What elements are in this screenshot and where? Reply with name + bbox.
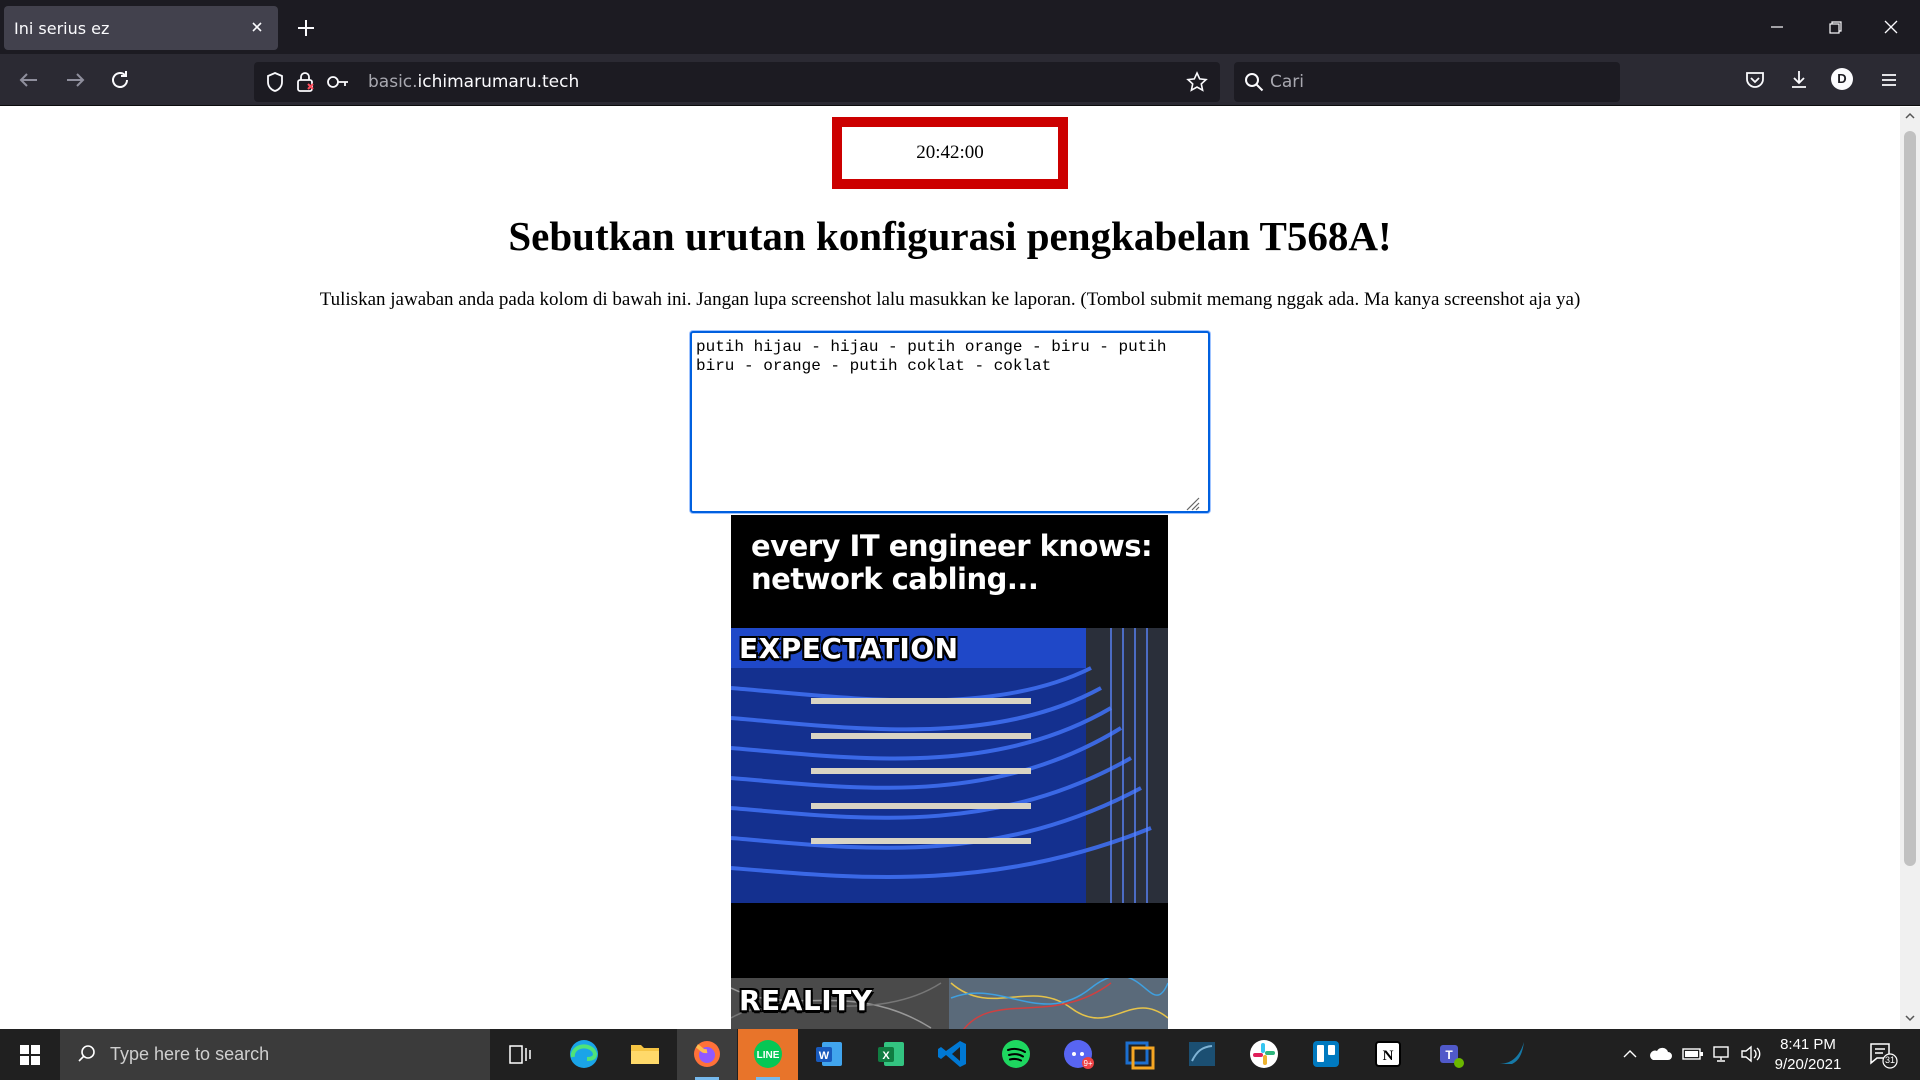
notion-icon[interactable]: N (1358, 1029, 1418, 1080)
firefox-icon[interactable] (677, 1029, 737, 1080)
chevron-up-icon[interactable] (1622, 1047, 1638, 1061)
windows-taskbar: Type here to search LINE W X 9+ N T 8:41… (0, 1029, 1920, 1080)
svg-text:X: X (882, 1050, 890, 1062)
lock-icon[interactable] (294, 70, 316, 94)
virtualbox-icon[interactable] (1110, 1029, 1170, 1080)
meme-caption-line1: every IT engineer knows: (751, 529, 1153, 563)
volume-icon[interactable] (1740, 1045, 1762, 1063)
tab-title: Ini serius ez (14, 19, 110, 38)
search-bar[interactable]: Cari (1234, 62, 1620, 102)
word-icon[interactable]: W (800, 1029, 860, 1080)
taskbar-search-placeholder: Type here to search (110, 1044, 270, 1064)
scroll-down-icon[interactable] (1905, 1013, 1915, 1023)
wireshark-icon[interactable] (1482, 1029, 1542, 1080)
search-icon (78, 1045, 95, 1062)
teams-icon[interactable]: T (1420, 1029, 1480, 1080)
menu-hamburger-icon[interactable] (1878, 69, 1900, 91)
system-time: 8:41 PM (1780, 1036, 1836, 1053)
search-icon (1245, 73, 1264, 92)
svg-text:W: W (819, 1050, 830, 1062)
edge-icon[interactable] (554, 1029, 614, 1080)
question-heading: Sebutkan urutan konfigurasi pengkabelan … (508, 213, 1392, 259)
vscode-icon[interactable] (924, 1029, 984, 1080)
reality-photo: REALITY (731, 978, 1168, 1029)
battery-icon[interactable] (1682, 1046, 1704, 1062)
forward-arrow-icon[interactable] (62, 67, 88, 93)
web-page: 20:42:00 Sebutkan urutan konfigurasi pen… (0, 107, 1900, 1029)
spotify-icon[interactable] (986, 1029, 1046, 1080)
windows-start-icon[interactable] (0, 1029, 60, 1080)
bookmark-star-icon[interactable] (1186, 71, 1208, 93)
slack-icon[interactable] (1234, 1029, 1294, 1080)
reload-icon[interactable] (107, 67, 133, 93)
browser-tab[interactable]: Ini serius ez (4, 6, 278, 50)
new-tab-icon[interactable] (292, 14, 320, 42)
pocket-icon[interactable] (1744, 69, 1766, 91)
url-subdomain: basic. (368, 72, 418, 92)
task-view-icon[interactable] (490, 1029, 550, 1080)
system-clock[interactable]: 8:41 PM 9/20/2021 (1768, 1035, 1848, 1075)
mysql-workbench-icon[interactable] (1172, 1029, 1232, 1080)
neat-cables-illustration (731, 628, 1168, 903)
meme-image: every IT engineer knows: network cabling… (731, 515, 1168, 1029)
url-text[interactable]: basic.ichimarumaru.tech (368, 72, 579, 92)
notification-count: 31 (1884, 1055, 1895, 1065)
scrollbar-thumb[interactable] (1904, 131, 1916, 866)
answer-textarea[interactable] (690, 331, 1210, 513)
reality-label: REALITY (739, 984, 873, 1017)
clock-display: 20:42:00 (916, 142, 984, 163)
svg-text:9+: 9+ (1083, 1059, 1092, 1068)
excel-icon[interactable]: X (862, 1029, 922, 1080)
search-placeholder: Cari (1270, 72, 1304, 92)
close-window-icon[interactable] (1876, 12, 1906, 42)
scroll-up-icon[interactable] (1905, 111, 1915, 121)
instruction-text: Tuliskan jawaban anda pada kolom di bawa… (319, 289, 1581, 310)
restore-icon[interactable] (1820, 12, 1850, 42)
meme-caption-line2: network cabling... (751, 562, 1039, 596)
expectation-label: EXPECTATION (739, 632, 959, 665)
svg-text:LINE: LINE (757, 1050, 780, 1061)
svg-text:T: T (1445, 1048, 1453, 1062)
address-bar[interactable]: basic.ichimarumaru.tech (254, 62, 1220, 102)
discord-icon[interactable]: 9+ (1048, 1029, 1108, 1080)
trello-icon[interactable] (1296, 1029, 1356, 1080)
url-domain: ichimarumaru.tech (417, 72, 580, 92)
clock-box: 20:42:00 (832, 117, 1068, 189)
tracking-shield-icon[interactable] (264, 71, 286, 93)
network-icon[interactable] (1712, 1045, 1734, 1063)
navigation-toolbar: basic.ichimarumaru.tech Cari D (0, 54, 1920, 106)
expectation-photo: EXPECTATION (731, 628, 1168, 903)
close-tab-icon[interactable] (246, 16, 268, 38)
svg-text:N: N (1383, 1048, 1394, 1064)
meme-caption: every IT engineer knows: network cabling… (751, 530, 1161, 596)
account-avatar[interactable]: D (1831, 68, 1853, 90)
tab-bar: Ini serius ez (0, 0, 1920, 54)
page-scrollbar[interactable] (1900, 107, 1920, 1029)
onedrive-cloud-icon[interactable] (1648, 1045, 1672, 1063)
minimize-icon[interactable] (1762, 12, 1792, 42)
line-icon[interactable]: LINE (738, 1029, 798, 1080)
taskbar-search-box[interactable]: Type here to search (60, 1029, 490, 1080)
resize-grip-icon[interactable] (1184, 495, 1200, 511)
download-icon[interactable] (1788, 68, 1810, 90)
file-explorer-icon[interactable] (615, 1029, 675, 1080)
key-icon[interactable] (326, 72, 350, 92)
notification-center[interactable]: 31 (1868, 1041, 1898, 1069)
back-arrow-icon[interactable] (16, 67, 42, 93)
system-date: 9/20/2021 (1774, 1056, 1842, 1073)
